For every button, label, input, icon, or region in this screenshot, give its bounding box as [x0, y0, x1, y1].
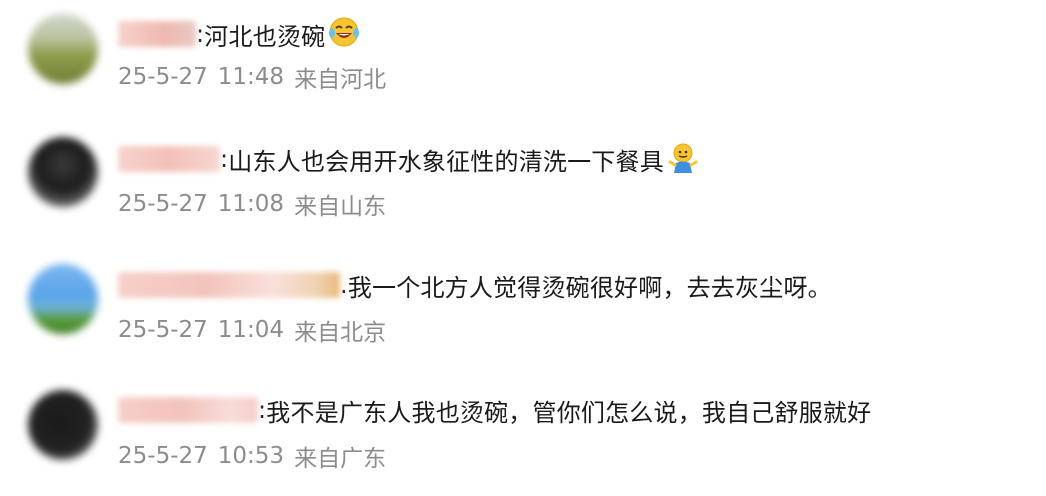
- comment-date: 25-5-27: [118, 191, 208, 217]
- comment-separator: :: [196, 20, 205, 48]
- username[interactable]: [118, 272, 340, 298]
- username[interactable]: [118, 146, 220, 172]
- username[interactable]: [118, 21, 196, 47]
- comment-line: : 山东人也会用开水象征性的清洗一下餐具: [118, 139, 700, 179]
- comment-location: 来自河北: [294, 67, 387, 93]
- comment-meta: 25-5-27 11:48 来自河北: [118, 59, 386, 95]
- comment-separator: :: [220, 145, 229, 173]
- comment-time: 11:48: [217, 64, 285, 90]
- comment-date: 25-5-27: [118, 317, 208, 343]
- avatar[interactable]: [28, 264, 98, 334]
- comment-location: 来自北京: [294, 320, 387, 346]
- comment-text: 河北也烫碗: [204, 22, 326, 51]
- shrug-emoji-icon: [666, 140, 700, 178]
- comment-text: 我不是广东人我也烫碗，管你们怎么说，我自己舒服就好: [266, 398, 872, 427]
- avatar[interactable]: [28, 137, 98, 207]
- comment-location: 来自广东: [294, 446, 387, 472]
- comment-item: : 我不是广东人我也烫碗，管你们怎么说，我自己舒服就好 25-5-27 10:5…: [0, 376, 1046, 496]
- comment-line: . 我一个北方人觉得烫碗很好啊，去去灰尘呀。: [118, 265, 832, 305]
- comment-item: : 山东人也会用开水象征性的清洗一下餐具 25-5-27 11:08 来自山东: [0, 125, 1046, 245]
- comment-separator: :: [258, 396, 267, 424]
- comment-line: : 河北也烫碗: [118, 14, 361, 54]
- comment-date: 25-5-27: [118, 443, 208, 469]
- laughing-tears-emoji-icon: [327, 15, 361, 53]
- comment-meta: 25-5-27 11:04 来自北京: [118, 312, 386, 348]
- comment-meta: 25-5-27 11:08 来自山东: [118, 186, 386, 222]
- comment-meta: 25-5-27 10:53 来自广东: [118, 438, 386, 474]
- avatar[interactable]: [28, 14, 98, 84]
- comment-item: . 我一个北方人觉得烫碗很好啊，去去灰尘呀。 25-5-27 11:04 来自北…: [0, 252, 1046, 372]
- comment-line: : 我不是广东人我也烫碗，管你们怎么说，我自己舒服就好: [118, 390, 871, 430]
- comment-time: 10:53: [217, 443, 285, 469]
- comment-date: 25-5-27: [118, 64, 208, 90]
- avatar[interactable]: [28, 390, 98, 460]
- comment-time: 11:04: [217, 317, 285, 343]
- comment-item: : 河北也烫碗 25-5-27 11:48 来自河北: [0, 0, 1046, 120]
- username[interactable]: [118, 397, 258, 423]
- comment-text: 我一个北方人觉得烫碗很好啊，去去灰尘呀。: [347, 273, 832, 302]
- comment-location: 来自山东: [294, 194, 387, 220]
- comment-text: 山东人也会用开水象征性的清洗一下餐具: [228, 147, 664, 176]
- comment-time: 11:08: [217, 191, 285, 217]
- comment-separator: .: [340, 271, 348, 299]
